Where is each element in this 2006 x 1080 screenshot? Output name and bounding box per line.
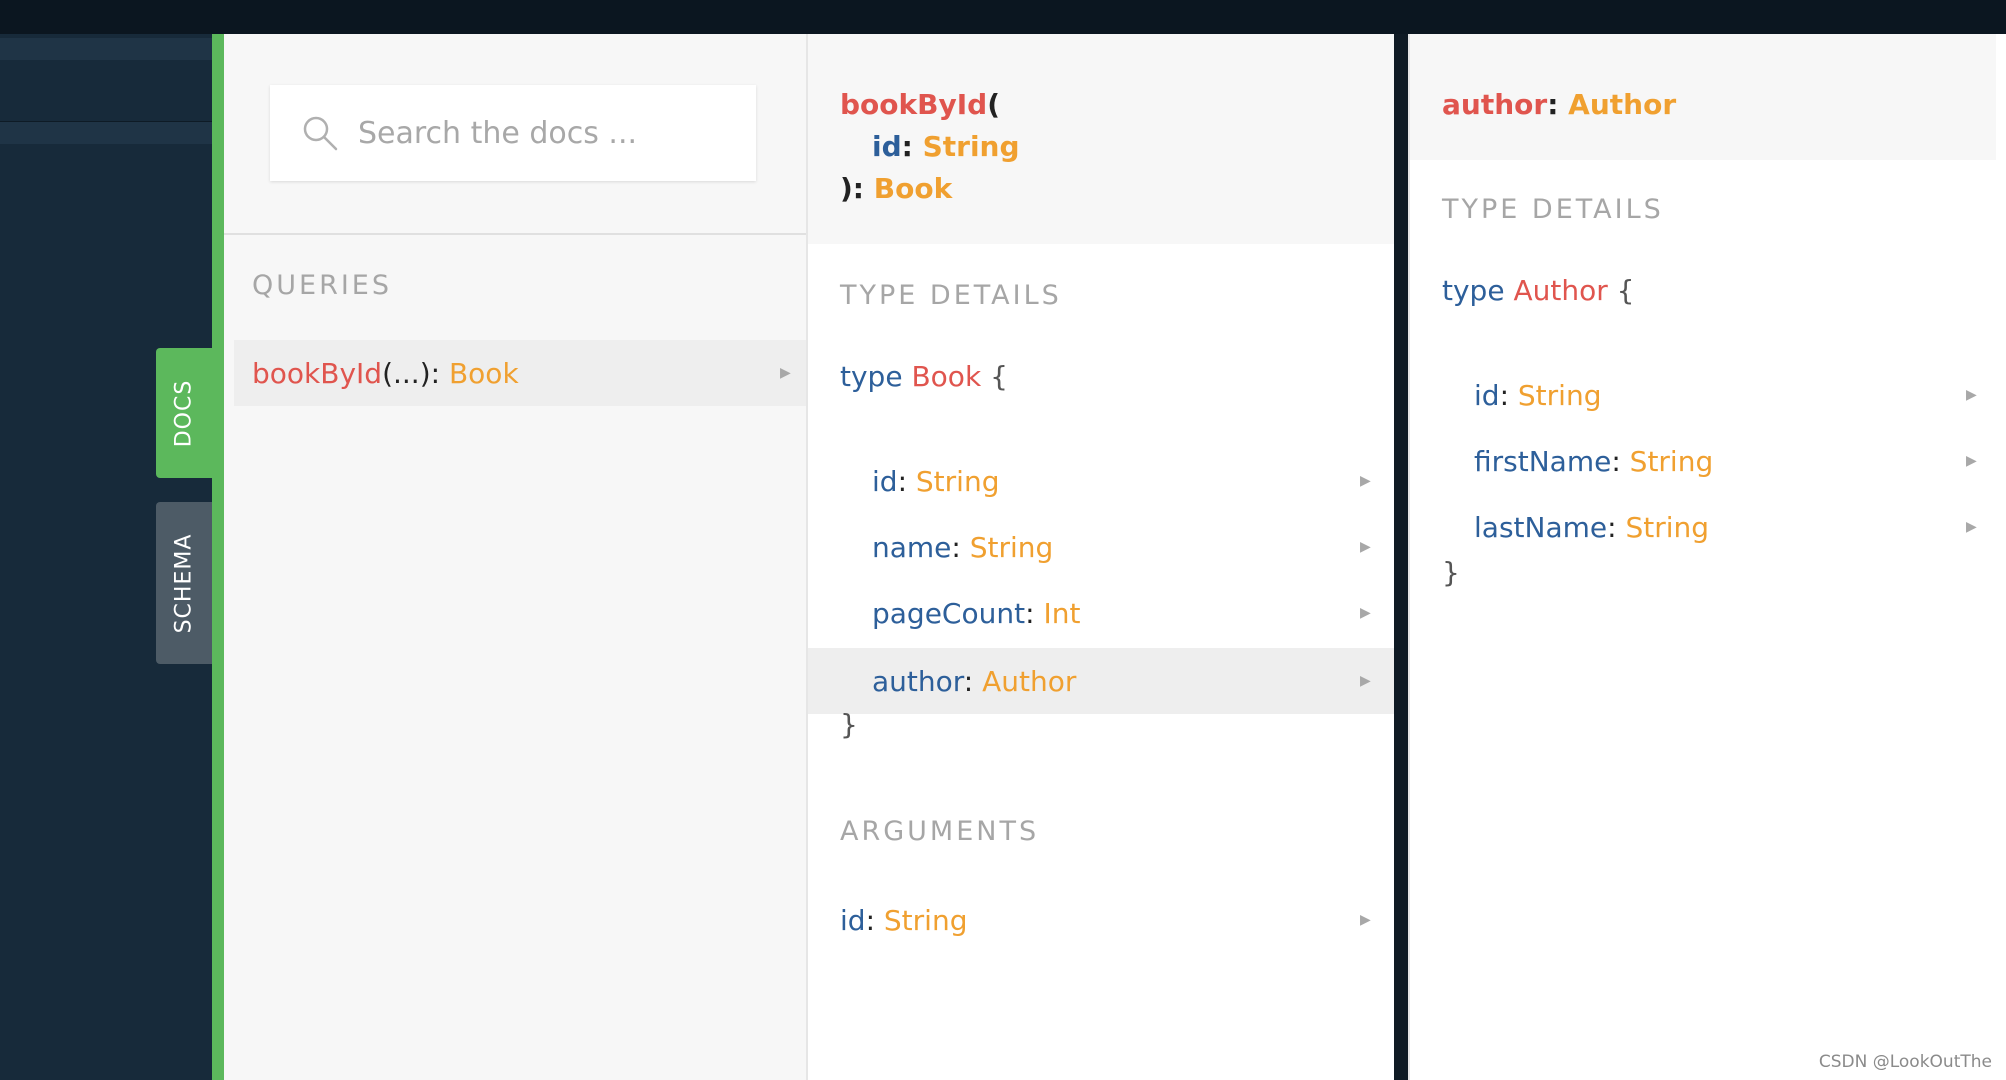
- field-sep: :: [1499, 378, 1518, 412]
- field-name: id: [1474, 378, 1500, 412]
- type-declaration: type Author {: [1442, 274, 1634, 307]
- query-type[interactable]: Book: [449, 357, 519, 390]
- field-type[interactable]: String: [1518, 379, 1602, 412]
- chevron-right-icon: ▶: [1360, 673, 1371, 689]
- search-box[interactable]: [270, 85, 756, 181]
- field-sep: :: [1611, 444, 1630, 478]
- tab-schema-label: SCHEMA: [171, 533, 197, 633]
- author-panel: author: Author TYPE DETAILS type Author …: [1410, 34, 2006, 1080]
- header-line-2: id: String: [872, 130, 1020, 163]
- open-brace: {: [1616, 274, 1635, 307]
- header-line-3: ): Book: [840, 172, 952, 205]
- tab-docs-label: DOCS: [171, 379, 197, 447]
- field-type[interactable]: Int: [1043, 597, 1080, 630]
- queries-section-title: QUERIES: [252, 270, 392, 301]
- field-sep: :: [951, 530, 970, 564]
- field-row[interactable]: pageCount: Int ▶: [808, 580, 1394, 646]
- header-arg-type[interactable]: String: [923, 130, 1020, 163]
- field-name: firstName: [1474, 444, 1612, 478]
- close-brace: }: [1442, 556, 1460, 589]
- tab-docs[interactable]: DOCS: [156, 348, 212, 478]
- header-line: author: Author: [1442, 88, 1676, 121]
- docs-accent-bar: [212, 34, 224, 1080]
- chevron-right-icon: ▶: [1360, 605, 1371, 621]
- field-sep: :: [1025, 596, 1044, 630]
- field-name: pageCount: [872, 596, 1026, 630]
- top-bar: [0, 0, 2006, 34]
- search-input[interactable]: [356, 114, 740, 152]
- arguments-title: ARGUMENTS: [840, 816, 1040, 847]
- field-type[interactable]: String: [1625, 511, 1709, 544]
- queries-panel: QUERIES bookById(...): Book ▶: [224, 34, 806, 1080]
- chevron-right-icon: ▶: [780, 365, 791, 381]
- type-details-title: TYPE DETAILS: [1442, 194, 1664, 225]
- chevron-right-icon: ▶: [1360, 912, 1371, 928]
- field-name: lastName: [1474, 510, 1608, 544]
- field-row-selected[interactable]: author: Author ▶: [808, 648, 1394, 714]
- query-name: bookById: [252, 356, 383, 390]
- search-area: [224, 34, 806, 235]
- chevron-right-icon: ▶: [1360, 473, 1371, 489]
- field-name: name: [872, 530, 952, 564]
- argument-name: id: [840, 903, 866, 937]
- header-return-type[interactable]: Book: [874, 172, 952, 205]
- field-type[interactable]: Author: [982, 665, 1076, 698]
- open-brace: {: [990, 360, 1008, 393]
- editor-stripe: [0, 38, 212, 60]
- type-name: Author: [1513, 274, 1608, 307]
- header-arg-name[interactable]: id: [872, 130, 902, 163]
- field-row[interactable]: lastName: String ▶: [1410, 494, 1996, 560]
- argument-sep: :: [865, 903, 884, 937]
- field-sep: :: [897, 464, 916, 498]
- search-icon: [303, 116, 338, 151]
- query-args: (...): [382, 356, 431, 390]
- query-sep: :: [430, 356, 449, 390]
- header-close-paren: ):: [840, 172, 874, 205]
- field-type[interactable]: String: [916, 465, 1000, 498]
- editor-stripe: [0, 122, 212, 144]
- field-name: id: [872, 464, 898, 498]
- field-row[interactable]: firstName: String ▶: [1410, 428, 1996, 494]
- argument-type[interactable]: String: [884, 904, 968, 937]
- field-type[interactable]: String: [970, 531, 1054, 564]
- header-arg-sep: :: [901, 130, 923, 163]
- field-sep: :: [1607, 510, 1626, 544]
- field-row[interactable]: id: String ▶: [1410, 362, 1996, 428]
- watermark: CSDN @LookOutThe: [1818, 1052, 1992, 1072]
- header-line-1: bookById(: [840, 88, 1000, 121]
- field-header: author: Author: [1410, 34, 1996, 160]
- field-row[interactable]: id: String ▶: [808, 448, 1394, 514]
- header-field-name: bookById: [840, 88, 988, 121]
- header-sep: :: [1547, 88, 1569, 121]
- close-brace: }: [840, 708, 858, 741]
- header-type[interactable]: Author: [1568, 88, 1676, 121]
- type-keyword: type: [840, 360, 903, 393]
- tab-schema[interactable]: SCHEMA: [156, 502, 212, 664]
- field-row[interactable]: name: String ▶: [808, 514, 1394, 580]
- field-sep: :: [963, 664, 983, 698]
- field-type[interactable]: String: [1630, 445, 1714, 478]
- book-panel: bookById( id: String ): Book TYPE DETAIL…: [808, 34, 1394, 1080]
- header-open-paren: (: [987, 88, 1000, 121]
- chevron-right-icon: ▶: [1966, 453, 1977, 469]
- argument-row[interactable]: id: String ▶: [808, 887, 1394, 953]
- type-details-title: TYPE DETAILS: [840, 280, 1062, 311]
- type-name: Book: [911, 360, 982, 393]
- type-declaration: type Book {: [840, 360, 1008, 393]
- header-field-name: author: [1442, 88, 1548, 121]
- chevron-right-icon: ▶: [1360, 539, 1371, 555]
- chevron-right-icon: ▶: [1966, 519, 1977, 535]
- chevron-right-icon: ▶: [1966, 387, 1977, 403]
- query-item-bookbyid[interactable]: bookById(...): Book ▶: [234, 340, 806, 406]
- type-keyword: type: [1442, 274, 1505, 307]
- field-name: author: [872, 664, 964, 698]
- field-header: bookById( id: String ): Book: [808, 34, 1394, 244]
